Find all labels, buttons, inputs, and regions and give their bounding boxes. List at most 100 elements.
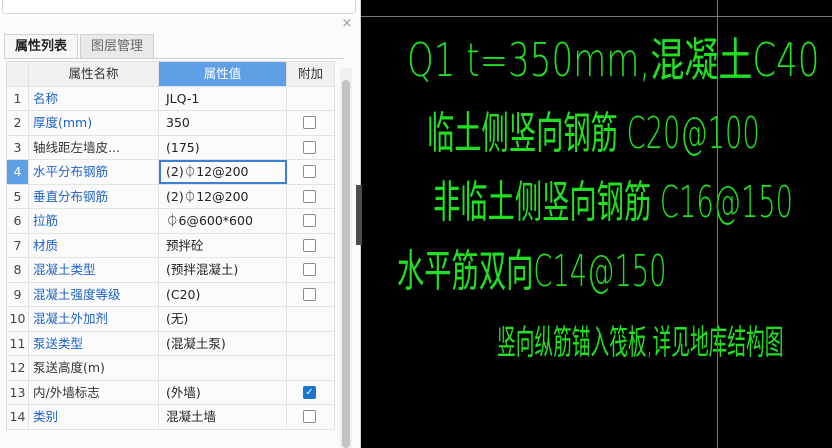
property-name: 轴线距左墙皮... [29,135,159,159]
property-name: 垂直分布钢筋 [29,184,159,208]
extra-cell [287,86,335,110]
extra-cell [287,405,335,429]
property-name: 内/外墙标志 [29,380,159,404]
row-index: 7 [7,233,29,257]
checkbox[interactable] [303,140,316,154]
property-panel: × 属性列表 图层管理 属性名称 属性值 附加 1 名称 JLQ-1 2 厚度(mm) 3… [0,0,361,448]
extra-cell [287,135,335,159]
tab-property-list[interactable]: 属性列表 [4,34,79,59]
checkbox[interactable] [303,238,316,252]
extra-cell [287,258,335,282]
cad-text-anchor-note: 竖向纵筋锚入筏板,详见地库结构图 [497,323,784,363]
row-index: 12 [7,356,29,380]
cad-canvas[interactable]: Q1 t=350mm,混凝土C40 临土侧竖向钢筋 C20@100 非临土侧竖向… [361,0,832,448]
table-row[interactable]: 9 混凝土强度等级 (C20) [7,282,335,307]
panel-tabs: 属性列表 图层管理 [4,34,156,59]
cad-text-soil-side-rebar: 临土侧竖向钢筋 C20@100 [427,108,760,159]
property-value[interactable] [159,356,287,380]
property-name: 混凝土外加剂 [29,307,159,331]
table-row[interactable]: 11 泵送类型 (混凝土泵) [7,331,335,356]
checkbox[interactable] [303,214,316,227]
property-value[interactable]: (外墙) [159,380,287,404]
cad-text-non-soil-side-rebar: 非临土侧竖向钢筋 C16@150 [433,177,794,228]
cad-text-wall-spec: Q1 t=350mm,混凝土C40 [407,33,820,87]
cad-vertical-line [717,0,718,448]
extra-cell: ✓ [287,380,335,404]
property-value[interactable]: 混凝土墙 [159,405,287,429]
checkbox[interactable] [303,116,316,129]
index-header [7,62,29,86]
panel-splitter-handle[interactable] [356,185,362,245]
property-name: 水平分布钢筋 [29,160,159,184]
cad-top-border [361,16,832,17]
table-row[interactable]: 8 混凝土类型 (预拌混凝土) [7,258,335,283]
extra-cell [287,331,335,355]
property-grid: 属性名称 属性值 附加 1 名称 JLQ-1 2 厚度(mm) 350 3 轴线距左墙皮...… [6,61,335,430]
extra-cell [287,356,335,380]
property-value[interactable]: (预拌混凝土) [159,258,287,282]
extra-cell [287,209,335,233]
property-value[interactable]: (175) [159,135,287,159]
row-index: 6 [7,209,29,233]
property-value[interactable]: ⏀6@600*600 [159,209,287,233]
table-row[interactable]: 5 垂直分布钢筋 (2)⏀12@200 [7,184,335,209]
top-field[interactable] [2,0,356,14]
row-index: 13 [7,380,29,404]
extra-cell [287,160,335,184]
table-row[interactable]: 6 拉筋 ⏀6@600*600 [7,209,335,234]
row-index: 1 [7,86,29,110]
extra-cell [287,184,335,208]
row-index: 8 [7,258,29,282]
name-header[interactable]: 属性名称 [29,62,159,86]
table-row[interactable]: 14 类别 混凝土墙 [7,405,335,430]
checkbox[interactable] [303,189,316,203]
property-name: 泵送高度(m) [29,356,159,380]
extra-cell [287,282,335,306]
property-name: 类别 [29,405,159,429]
checkbox[interactable] [303,165,316,178]
property-value[interactable]: (混凝土泵) [159,331,287,355]
top-strip [0,0,360,16]
grid-rows: 1 名称 JLQ-1 2 厚度(mm) 350 3 轴线距左墙皮... (175) 4 水平分布钢筋… [7,86,335,430]
table-row[interactable]: 13 内/外墙标志 (外墙) ✓ [7,380,335,405]
scrollbar-thumb[interactable] [342,80,350,448]
cad-text-horizontal-rebar: 水平筋双向C14@150 [397,246,667,297]
property-name: 混凝土强度等级 [29,282,159,306]
close-icon[interactable]: × [340,16,354,32]
row-index: 14 [7,405,29,429]
table-row[interactable]: 12 泵送高度(m) [7,356,335,381]
extra-header[interactable]: 附加 [287,62,335,86]
checkbox[interactable] [303,263,316,276]
grid-header: 属性名称 属性值 附加 [7,62,335,87]
property-value[interactable]: (无) [159,307,287,331]
row-index: 3 [7,135,29,159]
row-index: 5 [7,184,29,208]
extra-cell [287,307,335,331]
value-header[interactable]: 属性值 [159,62,287,86]
row-index: 9 [7,282,29,306]
property-value[interactable]: JLQ-1 [159,86,287,110]
row-index: 10 [7,307,29,331]
row-index: 4 [7,160,29,184]
table-row[interactable]: 1 名称 JLQ-1 [7,86,335,111]
table-row[interactable]: 10 混凝土外加剂 (无) [7,307,335,332]
row-index: 11 [7,331,29,355]
table-row[interactable]: 7 材质 预拌砼 [7,233,335,258]
property-value[interactable]: (C20) [159,282,287,306]
row-index: 2 [7,111,29,135]
tab-divider [4,58,344,59]
table-row[interactable]: 4 水平分布钢筋 (2)⏀12@200 [7,160,335,185]
checkbox[interactable] [303,287,316,301]
property-name: 名称 [29,86,159,110]
tab-layer-management[interactable]: 图层管理 [80,34,155,59]
property-value[interactable]: (2)⏀12@200 [159,184,287,208]
property-value[interactable]: 预拌砼 [159,233,287,257]
table-row[interactable]: 3 轴线距左墙皮... (175) [7,135,335,160]
property-value[interactable]: 350 [159,111,287,135]
property-value[interactable]: (2)⏀12@200 [159,160,287,184]
checkbox[interactable] [303,410,316,423]
property-name: 拉筋 [29,209,159,233]
property-name: 混凝土类型 [29,258,159,282]
table-row[interactable]: 2 厚度(mm) 350 [7,111,335,136]
checkbox-checked[interactable]: ✓ [303,385,316,399]
